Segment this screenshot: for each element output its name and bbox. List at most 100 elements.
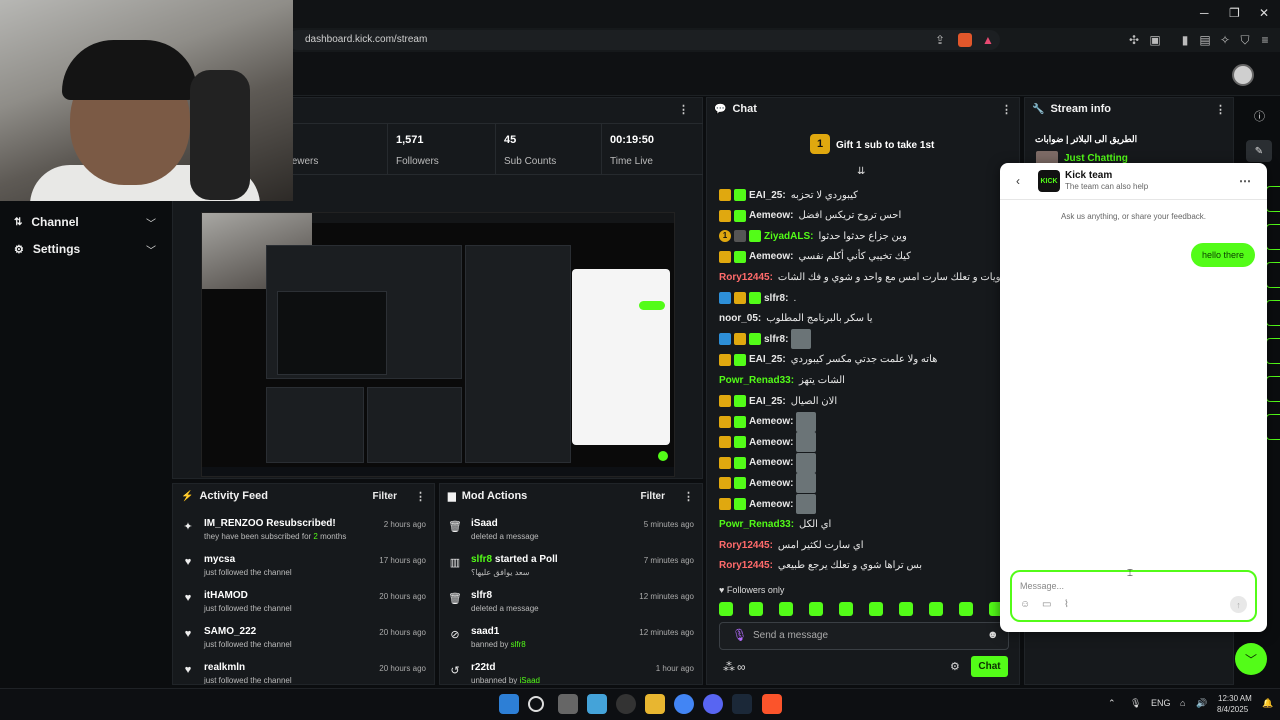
steam-icon[interactable] (732, 694, 752, 714)
avatar[interactable] (1232, 64, 1254, 86)
emote-icon[interactable] (869, 602, 883, 616)
tab-search-icon[interactable]: ▣ (1148, 33, 1162, 47)
gear-icon[interactable]: ⚙ (950, 660, 960, 673)
emote-icon[interactable] (749, 602, 763, 616)
chat-username[interactable]: Rory12445: (719, 272, 773, 283)
emote-icon[interactable] (959, 602, 973, 616)
emote-icon[interactable] (809, 602, 823, 616)
chrome-icon[interactable] (674, 694, 694, 714)
side-tab[interactable] (1266, 300, 1280, 326)
emote-icon[interactable] (839, 602, 853, 616)
chat-username[interactable]: slfr8: (764, 293, 788, 304)
brave-icon[interactable] (762, 694, 782, 714)
minimize-button[interactable]: ─ (1200, 6, 1209, 20)
chat-username[interactable]: ZiyadALS: (764, 231, 813, 242)
emote-icon[interactable] (779, 602, 793, 616)
side-tab[interactable] (1266, 338, 1280, 364)
notification-icon[interactable]: 🔔 (1262, 698, 1273, 709)
microphone-icon[interactable]: 🎙 (1130, 698, 1141, 709)
chat-username[interactable]: Aemeow: (749, 210, 793, 221)
attachment-icon[interactable]: ⌇ (1064, 599, 1069, 610)
clock-date[interactable]: 8/4/2025 (1217, 705, 1248, 714)
share-icon[interactable]: ⇪ (933, 33, 947, 47)
chat-username[interactable]: Aemeow: (749, 251, 793, 262)
close-window-button[interactable]: ✕ (1259, 6, 1269, 20)
chat-username[interactable]: EAI_25: (749, 190, 786, 201)
chat-username[interactable]: Powr_Renad33: (719, 375, 794, 386)
emote-icon[interactable] (899, 602, 913, 616)
emoji-icon[interactable]: ☺ (1020, 599, 1030, 610)
chevron-up-icon[interactable]: ⌃ (1108, 698, 1116, 709)
filter-button[interactable]: Filter (641, 491, 665, 502)
send-chat-button[interactable]: Chat (971, 656, 1008, 677)
chat-username[interactable]: noor_05: (719, 313, 761, 324)
kebab-menu-icon[interactable]: ⋮ (1215, 103, 1226, 116)
emote-icon[interactable] (719, 602, 733, 616)
chat-username[interactable]: Powr_Renad33: (719, 519, 794, 530)
menu-icon[interactable]: ≡ (1258, 33, 1272, 47)
microphone-icon[interactable]: 🎙 (732, 628, 747, 642)
chat-username[interactable]: Rory12445: (719, 560, 773, 571)
maximize-button[interactable]: ❐ (1229, 6, 1240, 20)
stream-preview[interactable] (201, 212, 675, 477)
filter-button[interactable]: Filter (373, 491, 397, 502)
file-explorer-icon[interactable] (645, 694, 665, 714)
emoji-icon[interactable]: ☻ (987, 629, 999, 641)
side-tab[interactable] (1266, 186, 1280, 212)
side-tab[interactable] (1266, 414, 1280, 440)
emote-icon[interactable] (929, 602, 943, 616)
chat-username[interactable]: Rory12445: (719, 540, 773, 551)
language-indicator[interactable]: ENG (1151, 698, 1171, 708)
chat-username[interactable]: EAI_25: (749, 396, 786, 407)
chat-username[interactable]: Aemeow: (749, 499, 793, 510)
mod-actions-title: Mod Actions (461, 490, 528, 502)
chat-username[interactable]: Aemeow: (749, 457, 793, 468)
chevron-down-icon[interactable]: ﹀ (146, 242, 156, 257)
community-icon[interactable]: ⁂ (723, 660, 735, 674)
nav-channel[interactable]: ⇅ Channel (14, 212, 164, 232)
send-arrow-icon[interactable]: ↑ (1230, 596, 1247, 613)
chat-input-placeholder[interactable]: Send a message (753, 630, 828, 641)
brave-shield-icon[interactable] (958, 33, 972, 47)
kebab-menu-icon[interactable]: ⋮ (678, 103, 689, 116)
gift-sub-label[interactable]: Gift 1 sub to take 1st (836, 140, 934, 151)
discord-icon[interactable] (703, 694, 723, 714)
volume-icon[interactable]: 🔊 (1196, 698, 1207, 709)
chat-username[interactable]: EAI_25: (749, 354, 786, 365)
address-url[interactable]: dashboard.kick.com/stream (305, 34, 427, 45)
chat-username[interactable]: Aemeow: (749, 478, 793, 489)
nav-settings[interactable]: ⚙ Settings (14, 239, 164, 259)
chevron-down-icon[interactable]: ﹀ (146, 215, 156, 230)
back-arrow-icon[interactable]: ‹ (1016, 174, 1020, 188)
gif-icon[interactable]: ▭ (1042, 599, 1051, 610)
obs-icon[interactable] (616, 694, 636, 714)
chat-username[interactable]: Aemeow: (749, 437, 793, 448)
task-view-icon[interactable] (558, 694, 578, 714)
infinity-icon[interactable]: ∞ (737, 660, 746, 674)
more-options-icon[interactable]: ⋯ (1239, 174, 1251, 188)
network-icon[interactable]: ⌂ (1180, 698, 1185, 708)
widget-message-input[interactable] (1010, 570, 1257, 622)
chat-username[interactable]: slfr8: (764, 334, 788, 345)
kebab-menu-icon[interactable]: ⋮ (415, 490, 426, 503)
sidebar-toggle-icon[interactable]: ▮ (1178, 33, 1192, 47)
edit-icon[interactable]: ✎ (1246, 140, 1272, 162)
info-icon[interactable]: ⓘ (1254, 108, 1265, 124)
clock-time[interactable]: 12:30 AM (1218, 694, 1252, 703)
side-tab[interactable] (1266, 376, 1280, 402)
side-tab[interactable] (1266, 262, 1280, 288)
chevron-down-icon[interactable]: ﹀ (1235, 643, 1267, 675)
brave-rewards-icon[interactable]: ▲ (981, 33, 995, 47)
store-icon[interactable] (587, 694, 607, 714)
wallet-icon[interactable]: ▤ (1198, 33, 1212, 47)
widget-input-placeholder[interactable]: Message... (1020, 581, 1064, 591)
search-icon[interactable] (528, 696, 544, 712)
start-icon[interactable] (499, 694, 519, 714)
extensions-icon[interactable]: ✣ (1127, 33, 1141, 47)
vpn-icon[interactable]: ⛉ (1238, 33, 1252, 47)
chat-username[interactable]: Aemeow: (749, 416, 793, 427)
kebab-menu-icon[interactable]: ⋮ (1001, 103, 1012, 116)
side-tab[interactable] (1266, 224, 1280, 250)
leo-ai-icon[interactable]: ✧ (1218, 33, 1232, 47)
kebab-menu-icon[interactable]: ⋮ (683, 490, 694, 503)
